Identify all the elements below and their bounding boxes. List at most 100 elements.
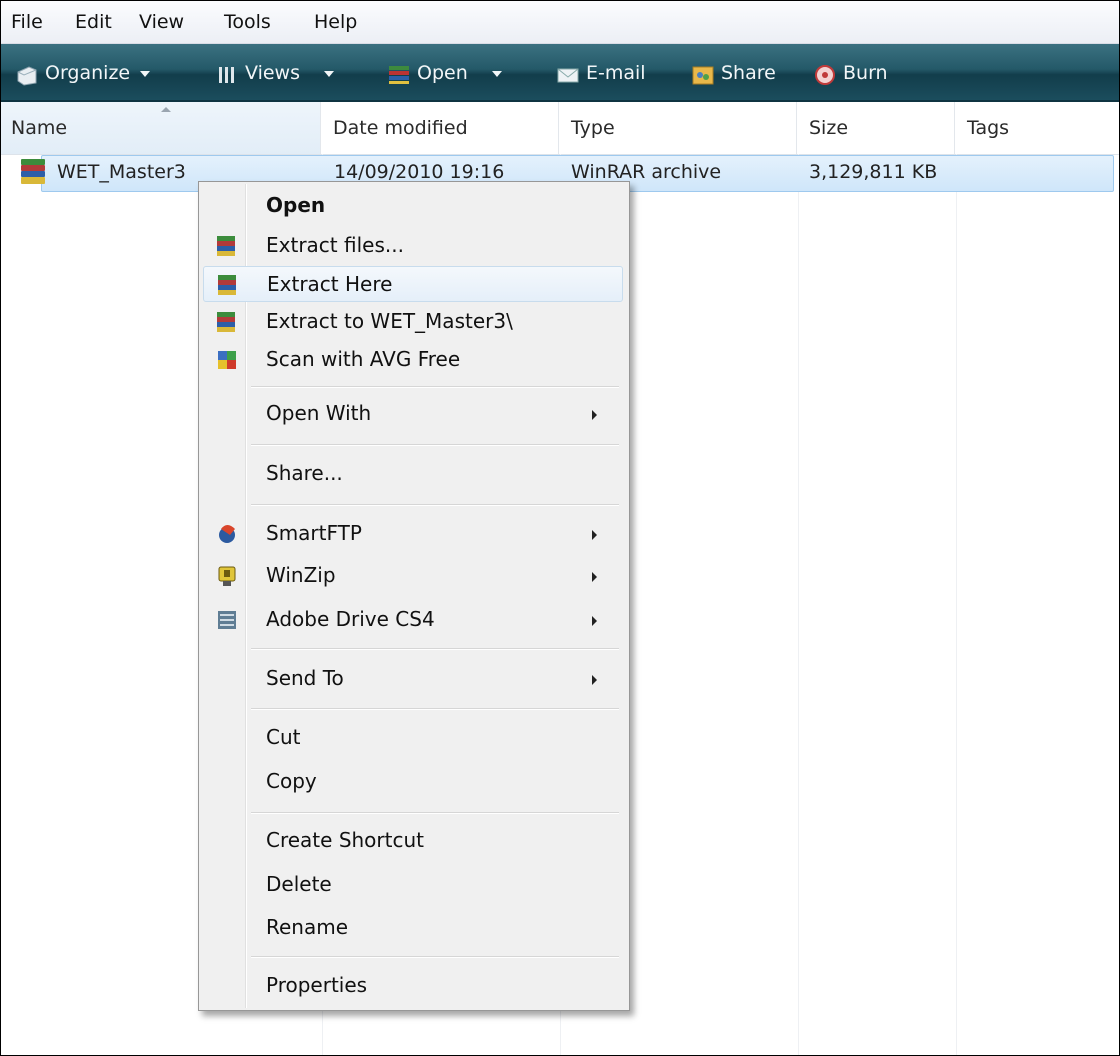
menu-separator bbox=[251, 386, 619, 388]
column-date-label: Date modified bbox=[333, 117, 468, 139]
submenu-arrow-icon bbox=[592, 616, 597, 626]
menu-item-create-shortcut-label: Create Shortcut bbox=[266, 828, 424, 852]
views-label: Views bbox=[245, 62, 300, 84]
organize-label: Organize bbox=[45, 62, 131, 84]
menu-item-extract-to[interactable]: Extract to WET_Master3\ bbox=[203, 304, 623, 340]
submenu-arrow-icon bbox=[592, 410, 597, 420]
menu-item-cut-label: Cut bbox=[266, 725, 301, 749]
winrar-archive-icon bbox=[21, 159, 45, 185]
menu-separator bbox=[251, 708, 619, 710]
menu-item-copy-label: Copy bbox=[266, 769, 317, 793]
menu-separator bbox=[251, 812, 619, 814]
menu-item-rename[interactable]: Rename bbox=[203, 910, 623, 946]
menu-file[interactable]: File bbox=[11, 11, 43, 33]
menu-item-copy[interactable]: Copy bbox=[203, 764, 623, 800]
menu-item-send-to[interactable]: Send To bbox=[203, 661, 623, 697]
open-label: Open bbox=[417, 62, 468, 84]
burn-button[interactable]: Burn bbox=[813, 58, 888, 88]
menu-item-adobe-drive[interactable]: Adobe Drive CS4 bbox=[203, 602, 623, 638]
views-button[interactable]: Views bbox=[215, 58, 334, 88]
file-type: WinRAR archive bbox=[571, 161, 722, 183]
menu-item-extract-here[interactable]: Extract Here bbox=[203, 266, 623, 302]
organize-icon bbox=[15, 64, 39, 86]
burn-disc-icon bbox=[813, 64, 837, 85]
menu-item-delete-label: Delete bbox=[266, 872, 332, 896]
winrar-icon bbox=[217, 235, 237, 257]
burn-label: Burn bbox=[843, 62, 888, 84]
column-size[interactable]: Size bbox=[799, 102, 955, 154]
menu-item-extract-files-label: Extract files... bbox=[266, 233, 404, 257]
menu-item-properties-label: Properties bbox=[266, 973, 368, 997]
file-size: 3,129,811 KB bbox=[809, 161, 938, 183]
share-label: Share bbox=[721, 62, 776, 84]
menu-item-scan-avg-label: Scan with AVG Free bbox=[266, 347, 461, 371]
menu-item-open[interactable]: Open bbox=[203, 188, 623, 224]
menu-item-open-label: Open bbox=[266, 193, 326, 217]
menu-item-share-label: Share... bbox=[266, 461, 343, 485]
menu-view[interactable]: View bbox=[139, 11, 184, 33]
menu-separator bbox=[251, 444, 619, 446]
menu-edit[interactable]: Edit bbox=[75, 11, 112, 33]
open-icon bbox=[387, 64, 411, 84]
explorer-window: File Edit View Tools Help Organize Views… bbox=[0, 0, 1120, 1056]
chevron-down-icon bbox=[140, 70, 151, 77]
menu-item-winzip-label: WinZip bbox=[266, 563, 336, 587]
menu-item-extract-files[interactable]: Extract files... bbox=[203, 228, 623, 264]
column-divider bbox=[956, 154, 957, 1055]
submenu-arrow-icon bbox=[592, 530, 597, 540]
chevron-down-icon bbox=[491, 70, 502, 77]
column-size-label: Size bbox=[809, 117, 849, 139]
column-type-label: Type bbox=[571, 117, 615, 139]
column-name[interactable]: Name bbox=[1, 102, 321, 154]
column-date-modified[interactable]: Date modified bbox=[323, 102, 559, 154]
submenu-arrow-icon bbox=[592, 572, 597, 582]
share-icon bbox=[691, 64, 715, 84]
context-menu: Open Extract files... Extract Here Extra… bbox=[198, 181, 630, 1011]
adobe-drive-icon bbox=[217, 609, 237, 631]
menu-separator bbox=[251, 504, 619, 506]
winzip-icon bbox=[217, 565, 237, 587]
email-button[interactable]: E-mail bbox=[556, 58, 646, 88]
menu-help[interactable]: Help bbox=[314, 11, 357, 33]
menu-item-cut[interactable]: Cut bbox=[203, 720, 623, 756]
share-button[interactable]: Share bbox=[691, 58, 776, 88]
email-label: E-mail bbox=[586, 62, 646, 84]
file-date-modified: 14/09/2010 19:16 bbox=[334, 161, 505, 183]
menu-bar: File Edit View Tools Help bbox=[1, 1, 1119, 44]
menu-item-adobe-drive-label: Adobe Drive CS4 bbox=[266, 607, 435, 631]
menu-item-smartftp-label: SmartFTP bbox=[266, 521, 362, 545]
submenu-arrow-icon bbox=[592, 675, 597, 685]
menu-separator bbox=[251, 956, 619, 958]
menu-item-scan-avg[interactable]: Scan with AVG Free bbox=[203, 342, 623, 378]
views-icon bbox=[215, 64, 239, 84]
open-button[interactable]: Open bbox=[387, 58, 502, 88]
menu-item-delete[interactable]: Delete bbox=[203, 867, 623, 903]
sort-indicator-icon bbox=[161, 107, 171, 112]
file-name[interactable]: WET_Master3 bbox=[57, 161, 186, 183]
winrar-icon bbox=[218, 274, 238, 296]
menu-item-share[interactable]: Share... bbox=[203, 456, 623, 492]
menu-item-smartftp[interactable]: SmartFTP bbox=[203, 516, 623, 552]
menu-item-properties[interactable]: Properties bbox=[203, 968, 623, 1004]
menu-item-open-with[interactable]: Open With bbox=[203, 396, 623, 432]
column-type[interactable]: Type bbox=[561, 102, 797, 154]
winrar-icon bbox=[217, 311, 237, 333]
column-name-label: Name bbox=[11, 117, 68, 139]
menu-separator bbox=[251, 648, 619, 650]
menu-item-send-to-label: Send To bbox=[266, 666, 344, 690]
avg-icon bbox=[217, 349, 237, 371]
menu-item-extract-to-label: Extract to WET_Master3\ bbox=[266, 309, 513, 333]
menu-item-open-with-label: Open With bbox=[266, 401, 372, 425]
menu-item-create-shortcut[interactable]: Create Shortcut bbox=[203, 823, 623, 859]
smartftp-icon bbox=[217, 523, 237, 545]
column-tags[interactable]: Tags bbox=[957, 102, 1119, 154]
menu-item-extract-here-label: Extract Here bbox=[267, 272, 393, 296]
email-icon bbox=[556, 64, 580, 84]
column-divider bbox=[798, 154, 799, 1055]
command-toolbar: Organize Views Open E-mail Share Burn bbox=[1, 44, 1119, 102]
menu-item-winzip[interactable]: WinZip bbox=[203, 558, 623, 594]
organize-button[interactable]: Organize bbox=[15, 58, 151, 88]
column-header: Name Date modified Type Size Tags bbox=[1, 102, 1119, 155]
column-tags-label: Tags bbox=[967, 117, 1010, 139]
menu-tools[interactable]: Tools bbox=[224, 11, 271, 33]
